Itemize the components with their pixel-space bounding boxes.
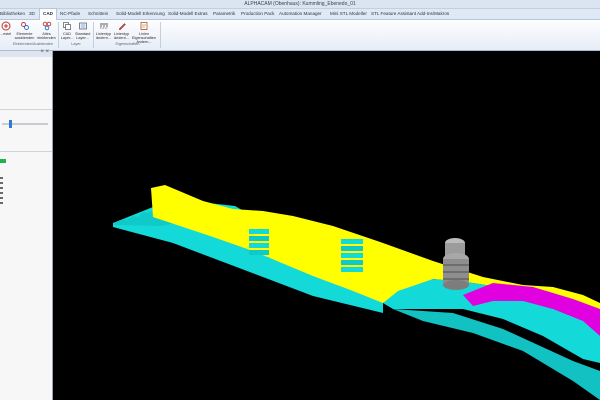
pocket-slot-left xyxy=(249,229,269,262)
ribbon-button-label: Linientyp ändern... xyxy=(95,32,112,41)
tab-3d[interactable]: 3D xyxy=(29,9,35,19)
standard-layer-icon xyxy=(78,22,87,30)
window-title: ALPHACAM (Obenhaus): Kummling_Ebenedo_01 xyxy=(244,1,356,7)
ribbon-button-label: Elemente ausblenden xyxy=(14,32,35,41)
hide-elements-button[interactable]: Elemente ausblenden xyxy=(13,21,36,40)
linetype-button[interactable]: Linientyp ändern... xyxy=(95,21,112,40)
ribbon-button-estel[interactable]: ...estel xyxy=(0,21,11,36)
ribbon-button-label: Linientyp ändern... xyxy=(113,32,130,41)
tab-solid-extras[interactable]: Solid-Modell Extras xyxy=(168,9,208,19)
close-icon[interactable]: × × xyxy=(40,49,49,55)
standard-layer-button[interactable]: Standard Layer... xyxy=(75,21,90,40)
tab-bibliotheken[interactable]: Bibliotheken xyxy=(0,9,25,19)
group-label-layer: Layer xyxy=(71,42,81,46)
properties-icon xyxy=(1,21,10,31)
panel-header: × × xyxy=(0,49,52,57)
linetype-icon xyxy=(99,23,108,29)
cad-layer-button[interactable]: CAD Layer... xyxy=(60,21,74,40)
show-all-icon xyxy=(42,21,51,31)
tab-stl-feature-assistant[interactable]: STL Feature Assistant xyxy=(371,9,416,19)
status-indicator xyxy=(0,159,6,163)
cutting-tool xyxy=(443,238,469,290)
panel-divider xyxy=(0,151,52,152)
pocket-slot-right xyxy=(341,239,363,272)
tab-solid-erkennung[interactable]: Solid-Modell Erkennung xyxy=(116,9,165,19)
line-properties-icon xyxy=(140,22,148,30)
tab-add-ins[interactable]: Add-Ins/Makros xyxy=(417,9,449,19)
panel-divider xyxy=(0,109,52,110)
tab-nc-pfade[interactable]: NC-Pfade xyxy=(60,9,80,19)
tab-mini-stl-modeller[interactable]: Mini STL Modeller xyxy=(330,9,367,19)
title-bar: ALPHACAM (Obenhaus): Kummling_Ebenedo_01 xyxy=(0,0,600,9)
group-label-eigenschaften: Eigenschaften xyxy=(115,42,140,46)
panel-slider-thumb[interactable] xyxy=(9,120,12,128)
tab-production-pack[interactable]: Production Pack xyxy=(241,9,274,19)
tab-automation-manager[interactable]: Automation Manager xyxy=(279,9,322,19)
layers-icon xyxy=(63,22,71,30)
pencil-icon xyxy=(118,23,126,31)
group-label-einblenden: Einblenden/Ausblenden xyxy=(12,42,54,46)
left-side-panel: × × xyxy=(0,49,53,400)
ribbon-tabs: Bibliotheken 3D CAD NC-Pfade Schnittein … xyxy=(0,8,600,20)
model-view[interactable] xyxy=(53,51,600,400)
tab-parametrik[interactable]: Parametrik xyxy=(213,9,235,19)
ribbon-button-label: CAD Layer... xyxy=(60,32,74,41)
group-separator xyxy=(93,22,94,48)
ribbon-button-label: Standard Layer... xyxy=(75,32,91,41)
ribbon-panel: ...estel Elemente ausblenden Alles einbl… xyxy=(0,20,600,51)
3d-viewport[interactable] xyxy=(53,51,600,400)
group-separator xyxy=(58,22,59,48)
hide-elements-icon xyxy=(20,22,29,30)
ribbon-button-label: Alles einblenden xyxy=(37,32,56,41)
show-all-button[interactable]: Alles einblenden xyxy=(37,21,56,40)
tab-schnittein[interactable]: Schnittein xyxy=(88,9,108,19)
group-separator xyxy=(160,22,161,48)
tab-cad[interactable]: CAD xyxy=(39,8,57,20)
panel-tick-marks xyxy=(0,177,4,207)
linetype-change-button[interactable]: Linientyp ändern... xyxy=(113,21,130,40)
ribbon-button-label: ...estel xyxy=(0,32,12,36)
